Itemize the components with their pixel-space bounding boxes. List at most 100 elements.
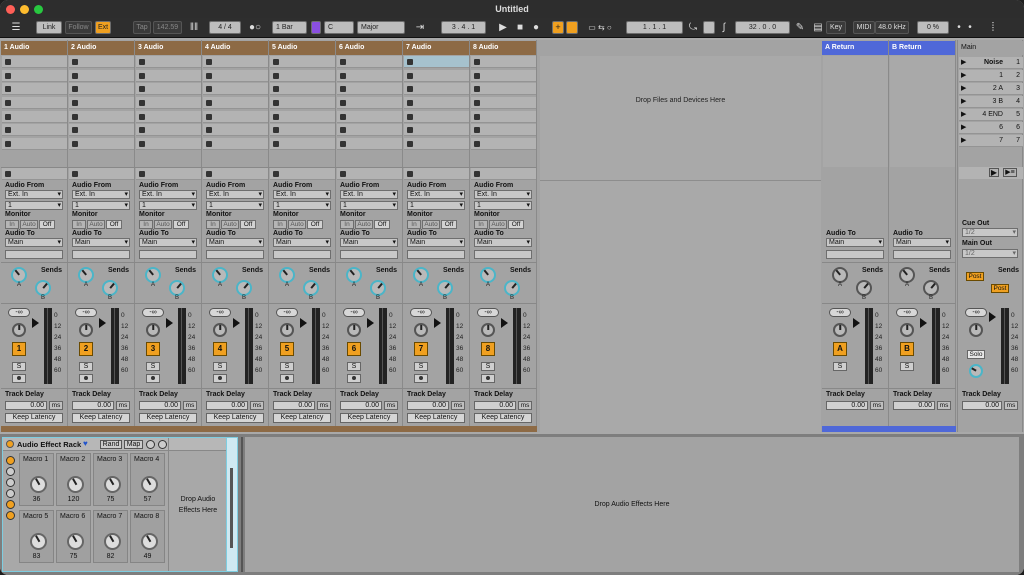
post-send-b-button[interactable]: Post <box>991 284 1009 293</box>
send-b-knob[interactable] <box>437 280 453 296</box>
clip-stop-icon[interactable] <box>340 127 346 133</box>
close-window-button[interactable] <box>6 5 15 14</box>
delay-unit-button[interactable]: ms <box>937 401 951 410</box>
clip-slot[interactable] <box>69 97 134 109</box>
output-channel-field[interactable] <box>139 250 197 259</box>
track-title-bar[interactable]: 3 Audio <box>135 41 201 55</box>
output-type-dropdown[interactable]: Main <box>474 238 532 247</box>
ext-sync-button[interactable]: Ext <box>95 21 111 34</box>
delay-unit-button[interactable]: ms <box>49 401 63 410</box>
overdub-button[interactable]: + <box>552 21 564 34</box>
device-chain-drop-zone[interactable]: Drop Audio Effects Here <box>245 437 1019 572</box>
main-volume-field[interactable]: -∞ <box>965 308 987 317</box>
key-map-button[interactable]: Key <box>826 21 846 34</box>
solo-button[interactable]: S <box>481 362 495 371</box>
track-delay-field[interactable]: 0.00 <box>72 401 114 410</box>
macro-control[interactable]: Macro 2 120 <box>56 453 91 506</box>
volume-slider-handle[interactable] <box>166 318 173 328</box>
keep-latency-button[interactable]: Keep Latency <box>139 413 197 423</box>
track-activator-button[interactable]: 8 <box>481 342 495 356</box>
draw-mode-icon[interactable]: ✎ <box>793 21 807 34</box>
track-delay-field[interactable]: 0.00 <box>962 401 1002 410</box>
send-b-knob[interactable] <box>370 280 386 296</box>
volume-field[interactable]: -∞ <box>75 308 97 317</box>
keep-latency-button[interactable]: Keep Latency <box>273 413 331 423</box>
send-b-knob[interactable] <box>35 280 51 296</box>
input-channel-dropdown[interactable]: 1 <box>206 201 264 210</box>
clip-stop-icon[interactable] <box>72 73 78 79</box>
clip-slot[interactable] <box>404 83 469 95</box>
clip-slot[interactable] <box>203 111 268 123</box>
stop-clip-icon[interactable] <box>273 171 279 177</box>
clip-slot[interactable] <box>270 111 335 123</box>
clip-stop-icon[interactable] <box>72 86 78 92</box>
clip-slot[interactable] <box>136 56 201 68</box>
zoom-window-button[interactable] <box>34 5 43 14</box>
monitor-auto-button[interactable]: Auto <box>422 220 440 229</box>
volume-slider-handle[interactable] <box>233 318 240 328</box>
monitor-off-button[interactable]: Off <box>441 220 457 229</box>
clip-slot[interactable] <box>203 56 268 68</box>
clip-slot[interactable] <box>471 111 536 123</box>
volume-slider-handle[interactable] <box>300 318 307 328</box>
clip-stop-icon[interactable] <box>474 114 480 120</box>
stop-clip-icon[interactable] <box>474 171 480 177</box>
play-icon[interactable]: ▶ <box>497 21 509 34</box>
arm-button[interactable] <box>79 374 93 383</box>
scene-launch-row[interactable]: ▶ 6 6 <box>959 122 1023 134</box>
clip-slot-stop[interactable] <box>2 168 67 180</box>
key-scale-dropdown[interactable]: Major <box>357 21 405 34</box>
track-delay-field[interactable]: 0.00 <box>893 401 935 410</box>
clip-slot[interactable] <box>136 138 201 150</box>
output-channel-field[interactable] <box>340 250 398 259</box>
input-type-dropdown[interactable]: Ext. In <box>273 190 331 199</box>
clip-slot[interactable] <box>270 97 335 109</box>
clip-stop-icon[interactable] <box>273 100 279 106</box>
clip-stop-icon[interactable] <box>474 59 480 65</box>
clip-slot[interactable] <box>270 124 335 136</box>
clip-stop-icon[interactable] <box>474 127 480 133</box>
input-channel-dropdown[interactable]: 1 <box>72 201 130 210</box>
macro-control[interactable]: Macro 1 36 <box>19 453 54 506</box>
track-delay-field[interactable]: 0.00 <box>407 401 449 410</box>
clip-slot[interactable] <box>471 83 536 95</box>
clip-stop-icon[interactable] <box>340 59 346 65</box>
volume-field[interactable]: -∞ <box>209 308 231 317</box>
song-position-field[interactable]: 3 . 4 . 1 <box>441 21 486 34</box>
rack-scroll-thumb[interactable] <box>230 468 233 548</box>
quantize-dropdown[interactable]: 1 Bar <box>272 21 307 34</box>
keep-latency-button[interactable]: Keep Latency <box>206 413 264 423</box>
clip-slot[interactable] <box>69 111 134 123</box>
clip-stop-icon[interactable] <box>139 127 145 133</box>
output-channel-field[interactable] <box>407 250 465 259</box>
clip-slot[interactable] <box>270 70 335 82</box>
clip-slot[interactable] <box>404 124 469 136</box>
pan-knob[interactable] <box>280 323 294 337</box>
post-send-a-button[interactable]: Post <box>966 272 984 281</box>
track-title-bar[interactable]: 5 Audio <box>269 41 335 55</box>
monitor-off-button[interactable]: Off <box>240 220 256 229</box>
arm-button[interactable] <box>414 374 428 383</box>
clip-slot-stop[interactable] <box>337 168 402 180</box>
solo-cue-button[interactable]: Solo <box>967 350 985 359</box>
macro-view-icon[interactable] <box>6 456 15 465</box>
macro-knob[interactable] <box>141 476 158 493</box>
clip-slot[interactable] <box>471 56 536 68</box>
hot-swap-icon[interactable]: ♥ <box>83 439 88 448</box>
scene-launch-row[interactable]: ▶ 7 7 <box>959 135 1023 147</box>
clip-slot-stop[interactable] <box>203 168 268 180</box>
keep-latency-button[interactable]: Keep Latency <box>474 413 532 423</box>
track-activator-button[interactable]: A <box>833 342 847 356</box>
macro-knob[interactable] <box>104 476 121 493</box>
solo-button[interactable]: S <box>79 362 93 371</box>
clip-stop-icon[interactable] <box>72 100 78 106</box>
clip-stop-icon[interactable] <box>474 141 480 147</box>
rack-lock-icon[interactable] <box>6 511 15 520</box>
track-activator-button[interactable]: 2 <box>79 342 93 356</box>
arm-button[interactable] <box>280 374 294 383</box>
clip-slot[interactable] <box>337 138 402 150</box>
cue-volume-knob[interactable] <box>969 364 983 378</box>
track-activator-button[interactable]: B <box>900 342 914 356</box>
macro-knob[interactable] <box>30 533 47 550</box>
clip-stop-icon[interactable] <box>340 86 346 92</box>
